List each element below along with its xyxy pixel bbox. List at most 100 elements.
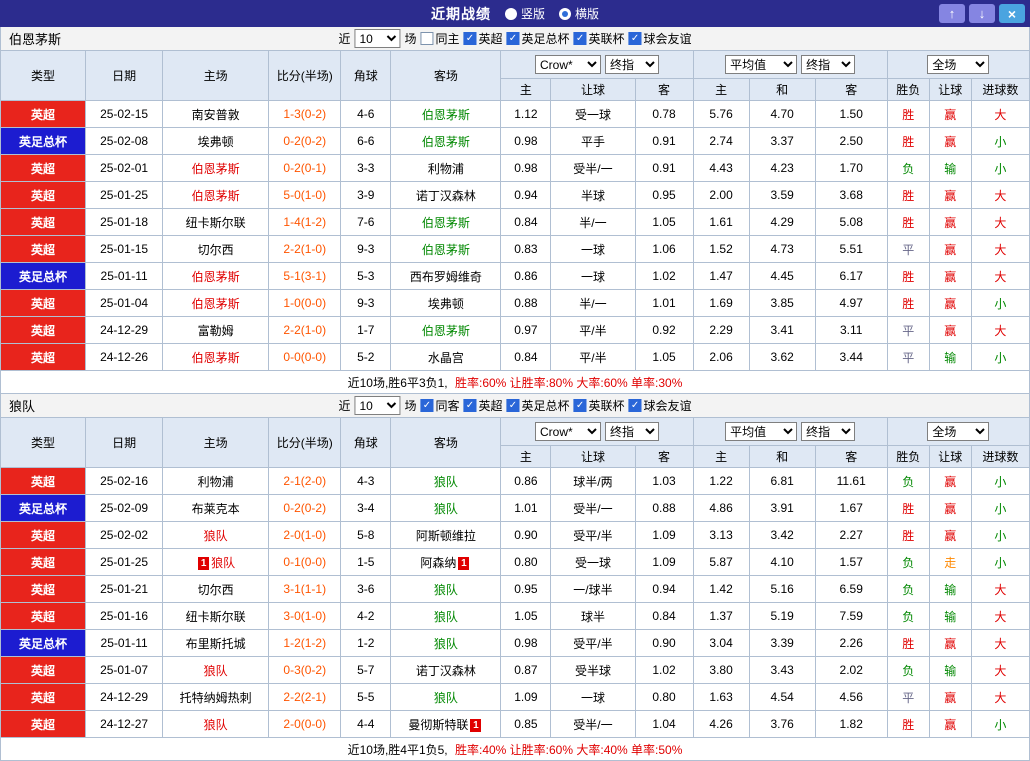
away-team-link[interactable]: 诺丁汉森林 xyxy=(390,656,502,684)
away-team-link[interactable]: 阿斯顿维拉 xyxy=(390,521,502,549)
bookmaker-select[interactable]: Crow* xyxy=(534,422,601,441)
competition-checkbox[interactable]: ✓ xyxy=(506,399,520,412)
vertical-layout-label[interactable]: 竖版 xyxy=(521,5,545,22)
score-cell[interactable]: 2-0(1-0) xyxy=(268,521,342,549)
league-badge[interactable]: 英超 xyxy=(0,343,87,371)
league-badge[interactable]: 英超 xyxy=(0,683,87,711)
league-badge[interactable]: 英足总杯 xyxy=(0,494,87,522)
home-team-link[interactable]: 富勒姆 xyxy=(162,316,270,344)
same-venue-checkbox[interactable] xyxy=(420,32,434,45)
away-team-link[interactable]: 狼队 xyxy=(390,602,502,630)
league-badge[interactable]: 英超 xyxy=(0,208,87,236)
close-button[interactable]: × xyxy=(999,4,1025,23)
bookmaker-select[interactable]: Crow* xyxy=(534,55,601,74)
home-team-link[interactable]: 布里斯托城 xyxy=(162,629,270,657)
league-badge[interactable]: 英足总杯 xyxy=(0,629,87,657)
league-badge[interactable]: 英超 xyxy=(0,548,87,576)
home-team-link[interactable]: 伯恩茅斯 xyxy=(162,154,270,182)
home-team-link[interactable]: 纽卡斯尔联 xyxy=(162,602,270,630)
move-down-button[interactable]: ↓ xyxy=(969,4,995,23)
home-team-link[interactable]: 纽卡斯尔联 xyxy=(162,208,270,236)
score-cell[interactable]: 0-3(0-2) xyxy=(268,656,342,684)
league-badge[interactable]: 英超 xyxy=(0,602,87,630)
home-team-link[interactable]: 布莱克本 xyxy=(162,494,270,522)
home-team-link[interactable]: 切尔西 xyxy=(162,235,270,263)
home-team-link[interactable]: 伯恩茅斯 xyxy=(162,262,270,290)
competition-checkbox[interactable]: ✓ xyxy=(463,32,477,45)
score-cell[interactable]: 0-1(0-0) xyxy=(268,548,342,576)
score-cell[interactable]: 0-2(0-2) xyxy=(268,494,342,522)
home-team-link[interactable]: 埃弗顿 xyxy=(162,127,270,155)
away-team-link[interactable]: 狼队 xyxy=(390,683,502,711)
same-venue-checkbox[interactable]: ✓ xyxy=(420,399,434,412)
away-team-link[interactable]: 曼彻斯特联 1 xyxy=(390,710,502,738)
league-badge[interactable]: 英超 xyxy=(0,656,87,684)
score-cell[interactable]: 1-4(1-2) xyxy=(268,208,342,236)
away-team-link[interactable]: 阿森纳 1 xyxy=(390,548,502,576)
score-cell[interactable]: 0-0(0-0) xyxy=(268,343,342,371)
score-cell[interactable]: 2-0(0-0) xyxy=(268,710,342,738)
away-team-link[interactable]: 诺丁汉森林 xyxy=(390,181,502,209)
odds-stage-select[interactable]: 终指 xyxy=(604,55,659,74)
vertical-layout-radio[interactable] xyxy=(504,7,517,20)
league-badge[interactable]: 英超 xyxy=(0,316,87,344)
scope-select[interactable]: 全场 xyxy=(927,55,990,74)
score-cell[interactable]: 3-0(1-0) xyxy=(268,602,342,630)
competition-checkbox[interactable]: ✓ xyxy=(573,32,587,45)
average-stage-select[interactable]: 终指 xyxy=(801,422,856,441)
average-stage-select[interactable]: 终指 xyxy=(801,55,856,74)
competition-checkbox[interactable]: ✓ xyxy=(628,32,642,45)
competition-checkbox[interactable]: ✓ xyxy=(573,399,587,412)
away-team-link[interactable]: 西布罗姆维奇 xyxy=(390,262,502,290)
away-team-link[interactable]: 狼队 xyxy=(390,494,502,522)
home-team-link[interactable]: 切尔西 xyxy=(162,575,270,603)
competition-checkbox[interactable]: ✓ xyxy=(628,399,642,412)
score-cell[interactable]: 5-1(3-1) xyxy=(268,262,342,290)
competition-checkbox[interactable]: ✓ xyxy=(506,32,520,45)
home-team-link[interactable]: 狼队 xyxy=(162,521,270,549)
score-cell[interactable]: 2-2(1-0) xyxy=(268,316,342,344)
match-count-select[interactable]: 10 xyxy=(354,396,401,415)
league-badge[interactable]: 英超 xyxy=(0,710,87,738)
league-badge[interactable]: 英超 xyxy=(0,575,87,603)
away-team-link[interactable]: 伯恩茅斯 xyxy=(390,235,502,263)
home-team-link[interactable]: 南安普敦 xyxy=(162,100,270,128)
away-team-link[interactable]: 伯恩茅斯 xyxy=(390,208,502,236)
away-team-link[interactable]: 伯恩茅斯 xyxy=(390,100,502,128)
home-team-link[interactable]: 1 狼队 xyxy=(162,548,270,576)
score-cell[interactable]: 3-1(1-1) xyxy=(268,575,342,603)
home-team-link[interactable]: 伯恩茅斯 xyxy=(162,343,270,371)
league-badge[interactable]: 英超 xyxy=(0,154,87,182)
score-cell[interactable]: 5-0(1-0) xyxy=(268,181,342,209)
home-team-link[interactable]: 狼队 xyxy=(162,710,270,738)
league-badge[interactable]: 英足总杯 xyxy=(0,262,87,290)
odds-stage-select[interactable]: 终指 xyxy=(604,422,659,441)
league-badge[interactable]: 英超 xyxy=(0,235,87,263)
home-team-link[interactable]: 利物浦 xyxy=(162,467,270,495)
competition-checkbox[interactable]: ✓ xyxy=(463,399,477,412)
average-select[interactable]: 平均值 xyxy=(725,422,798,441)
score-cell[interactable]: 0-2(0-1) xyxy=(268,154,342,182)
league-badge[interactable]: 英超 xyxy=(0,521,87,549)
home-team-link[interactable]: 伯恩茅斯 xyxy=(162,289,270,317)
away-team-link[interactable]: 狼队 xyxy=(390,629,502,657)
away-team-link[interactable]: 狼队 xyxy=(390,467,502,495)
match-count-select[interactable]: 10 xyxy=(354,29,401,48)
league-badge[interactable]: 英足总杯 xyxy=(0,127,87,155)
score-cell[interactable]: 1-2(1-2) xyxy=(268,629,342,657)
league-badge[interactable]: 英超 xyxy=(0,100,87,128)
league-badge[interactable]: 英超 xyxy=(0,467,87,495)
score-cell[interactable]: 0-2(0-2) xyxy=(268,127,342,155)
score-cell[interactable]: 2-2(2-1) xyxy=(268,683,342,711)
score-cell[interactable]: 1-3(0-2) xyxy=(268,100,342,128)
home-team-link[interactable]: 狼队 xyxy=(162,656,270,684)
away-team-link[interactable]: 埃弗顿 xyxy=(390,289,502,317)
score-cell[interactable]: 2-2(1-0) xyxy=(268,235,342,263)
score-cell[interactable]: 2-1(2-0) xyxy=(268,467,342,495)
home-team-link[interactable]: 托特纳姆热刺 xyxy=(162,683,270,711)
scope-select[interactable]: 全场 xyxy=(927,422,990,441)
horizontal-layout-label[interactable]: 横版 xyxy=(575,5,599,22)
league-badge[interactable]: 英超 xyxy=(0,289,87,317)
average-select[interactable]: 平均值 xyxy=(725,55,798,74)
away-team-link[interactable]: 伯恩茅斯 xyxy=(390,127,502,155)
